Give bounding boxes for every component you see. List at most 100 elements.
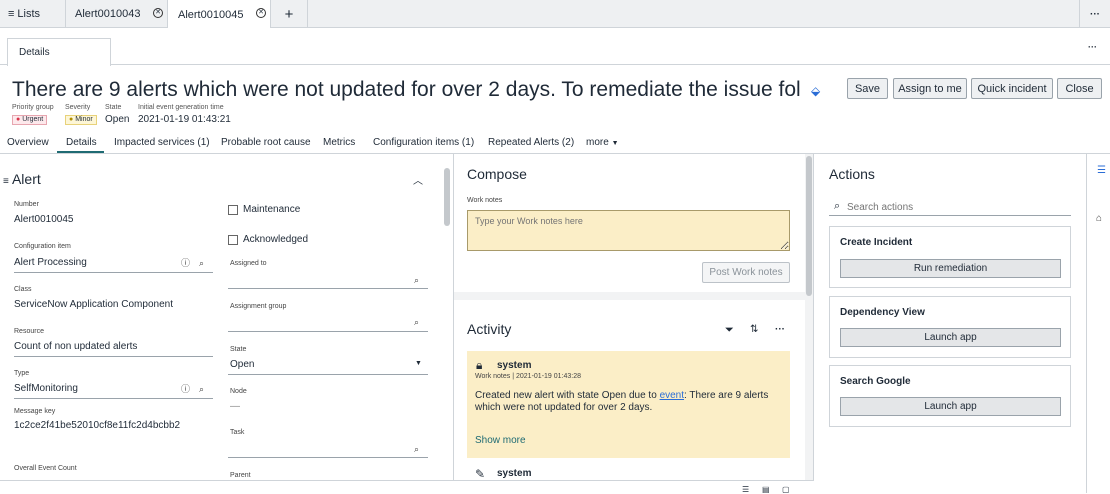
type-value[interactable]: SelfMonitoring (14, 383, 78, 394)
tab-lists[interactable]: ≡ Lists (0, 0, 66, 28)
entry-meta-type: Work notes (475, 373, 511, 380)
show-more-link[interactable]: Show more (475, 435, 526, 446)
state-field-label: State (230, 346, 247, 353)
alert-section-label: Alert (11, 171, 41, 187)
tab-alert0010043[interactable]: Alert0010043 ✕ (66, 0, 168, 28)
priority-label: Priority group (12, 104, 54, 111)
section-title: ≡ Alert (3, 171, 41, 187)
tab-configuration-items[interactable]: Configuration items (1) (373, 137, 474, 148)
initial-event-value: 2021-01-19 01:43:21 (138, 114, 231, 125)
more-options-icon[interactable]: ··· (775, 324, 785, 335)
tab-alert0010045[interactable]: Alert0010045 ✕ (168, 0, 271, 29)
priority-value: Urgent (22, 116, 44, 123)
close-button[interactable]: Close (1057, 78, 1102, 99)
launch-app-button[interactable]: Launch app (840, 328, 1061, 347)
action-card-title: Create Incident (840, 237, 913, 248)
graduation-cap-icon[interactable]: ⌂ (1096, 213, 1102, 224)
action-card-title: Dependency View (840, 307, 925, 318)
close-tab-icon[interactable]: ✕ (256, 8, 266, 18)
event-link[interactable]: event (660, 390, 684, 401)
assigned-to-underline (228, 288, 428, 289)
resource-value[interactable]: Count of non updated alerts (14, 341, 137, 352)
resource-underline (14, 356, 213, 357)
ci-value[interactable]: Alert Processing (14, 257, 87, 268)
task-label: Task (230, 429, 245, 436)
tab-overview[interactable]: Overview (7, 137, 49, 148)
save-button[interactable]: Save (847, 78, 888, 99)
search-actions-input[interactable] (847, 200, 1067, 214)
search-icon[interactable]: ⌕ (199, 384, 204, 394)
tag-icon[interactable]: ⬙ (811, 84, 820, 98)
run-remediation-button[interactable]: Run remediation (840, 259, 1061, 278)
search-icon[interactable]: ⌕ (414, 275, 419, 285)
tab-probable-root-cause[interactable]: Probable root cause (221, 137, 311, 148)
search-icon[interactable]: ⌕ (199, 258, 204, 268)
search-icon[interactable]: ⌕ (414, 444, 419, 454)
node-label: Node (230, 388, 247, 395)
search-actions-underline (829, 215, 1071, 216)
entry-text: Created new alert with state Open due to… (475, 390, 780, 414)
action-card-dependency-view: Dependency View Launch app (829, 296, 1071, 358)
work-notes-label: Work notes (467, 197, 503, 204)
tab-repeated-alerts[interactable]: Repeated Alerts (2) (488, 137, 574, 148)
info-icon[interactable]: ⓘ (181, 258, 190, 268)
caret-down-icon[interactable]: ▼ (415, 360, 422, 367)
acknowledged-checkbox[interactable] (228, 235, 238, 245)
tab-lists-label: Lists (17, 8, 41, 20)
page-title: There are 9 alerts which were not update… (12, 78, 802, 101)
task-underline (228, 457, 428, 458)
action-card-create-incident: Create Incident Run remediation (829, 226, 1071, 288)
state-select[interactable]: Open (230, 359, 254, 370)
center-scrollbar[interactable] (806, 156, 812, 296)
close-tab-icon[interactable]: ✕ (153, 8, 163, 18)
info-icon[interactable]: ⓘ (181, 384, 190, 394)
edit-icon: ✎ (475, 467, 486, 481)
tab-more[interactable]: more ▼ (586, 137, 619, 148)
bottom-bar (0, 480, 814, 493)
active-tab-indicator (57, 151, 104, 153)
overall-event-count-label: Overall Event Count (14, 465, 77, 472)
state-label: State (105, 104, 122, 111)
number-value: Alert0010045 (14, 214, 74, 225)
entry-time: 2021-01-19 01:43:28 (516, 373, 581, 380)
filter-icon[interactable]: ⏷ (725, 324, 734, 337)
search-icon[interactable]: ⌕ (414, 317, 419, 327)
maintenance-checkbox[interactable] (228, 205, 238, 215)
tab-metrics[interactable]: Metrics (323, 137, 355, 148)
tab-details[interactable]: Details (66, 137, 97, 148)
tab-details-record[interactable]: Details (7, 38, 111, 66)
left-scrollbar[interactable] (444, 168, 450, 226)
more-label: more (586, 137, 609, 148)
action-card-title: Search Google (840, 376, 911, 387)
resource-label: Resource (14, 328, 44, 335)
action-card-search-google: Search Google Launch app (829, 365, 1071, 427)
assign-to-me-button[interactable]: Assign to me (893, 78, 967, 99)
right-rail-divider (1086, 154, 1087, 493)
launch-app-button[interactable]: Launch app (840, 397, 1061, 416)
activity-title: Activity (467, 321, 512, 337)
type-label: Type (14, 370, 30, 377)
details-tab-label: Details (19, 47, 50, 58)
tab-bar: ≡ Lists Alert0010043 ✕ Alert0010045 ✕ + … (0, 0, 1110, 29)
more-options-icon[interactable]: ··· (1079, 0, 1110, 28)
ci-label: Configuration item (14, 243, 71, 250)
type-underline (14, 398, 213, 399)
list-icon[interactable]: ☰ (1097, 165, 1106, 176)
more-options-icon[interactable]: ··· (1088, 42, 1097, 52)
activity-entry: 🔒︎ system Work notes | 2021-01-19 01:43:… (467, 351, 790, 458)
priority-badge: ● Urgent (12, 115, 48, 125)
acknowledged-label: Acknowledged (243, 234, 309, 245)
tab-impacted-services[interactable]: Impacted services (1) (114, 137, 210, 148)
search-icon: ⌕ (834, 200, 841, 212)
add-tab-button[interactable]: + (271, 0, 308, 28)
severity-label: Severity (65, 104, 91, 111)
post-work-notes-button[interactable]: Post Work notes (702, 262, 790, 283)
quick-incident-button[interactable]: Quick incident (971, 78, 1053, 99)
entry-meta: Work notes | 2021-01-19 01:43:28 (475, 373, 581, 380)
work-notes-input[interactable] (467, 210, 790, 251)
parent-label: Parent (230, 472, 251, 479)
sort-icon[interactable]: ⇅ (750, 324, 758, 335)
plus-icon: + (284, 5, 294, 23)
collapse-icon[interactable]: ︿ (413, 172, 423, 187)
message-key-value: 1c2ce2f41be52010cf8e11fc2d4bcbb2 (14, 420, 181, 431)
